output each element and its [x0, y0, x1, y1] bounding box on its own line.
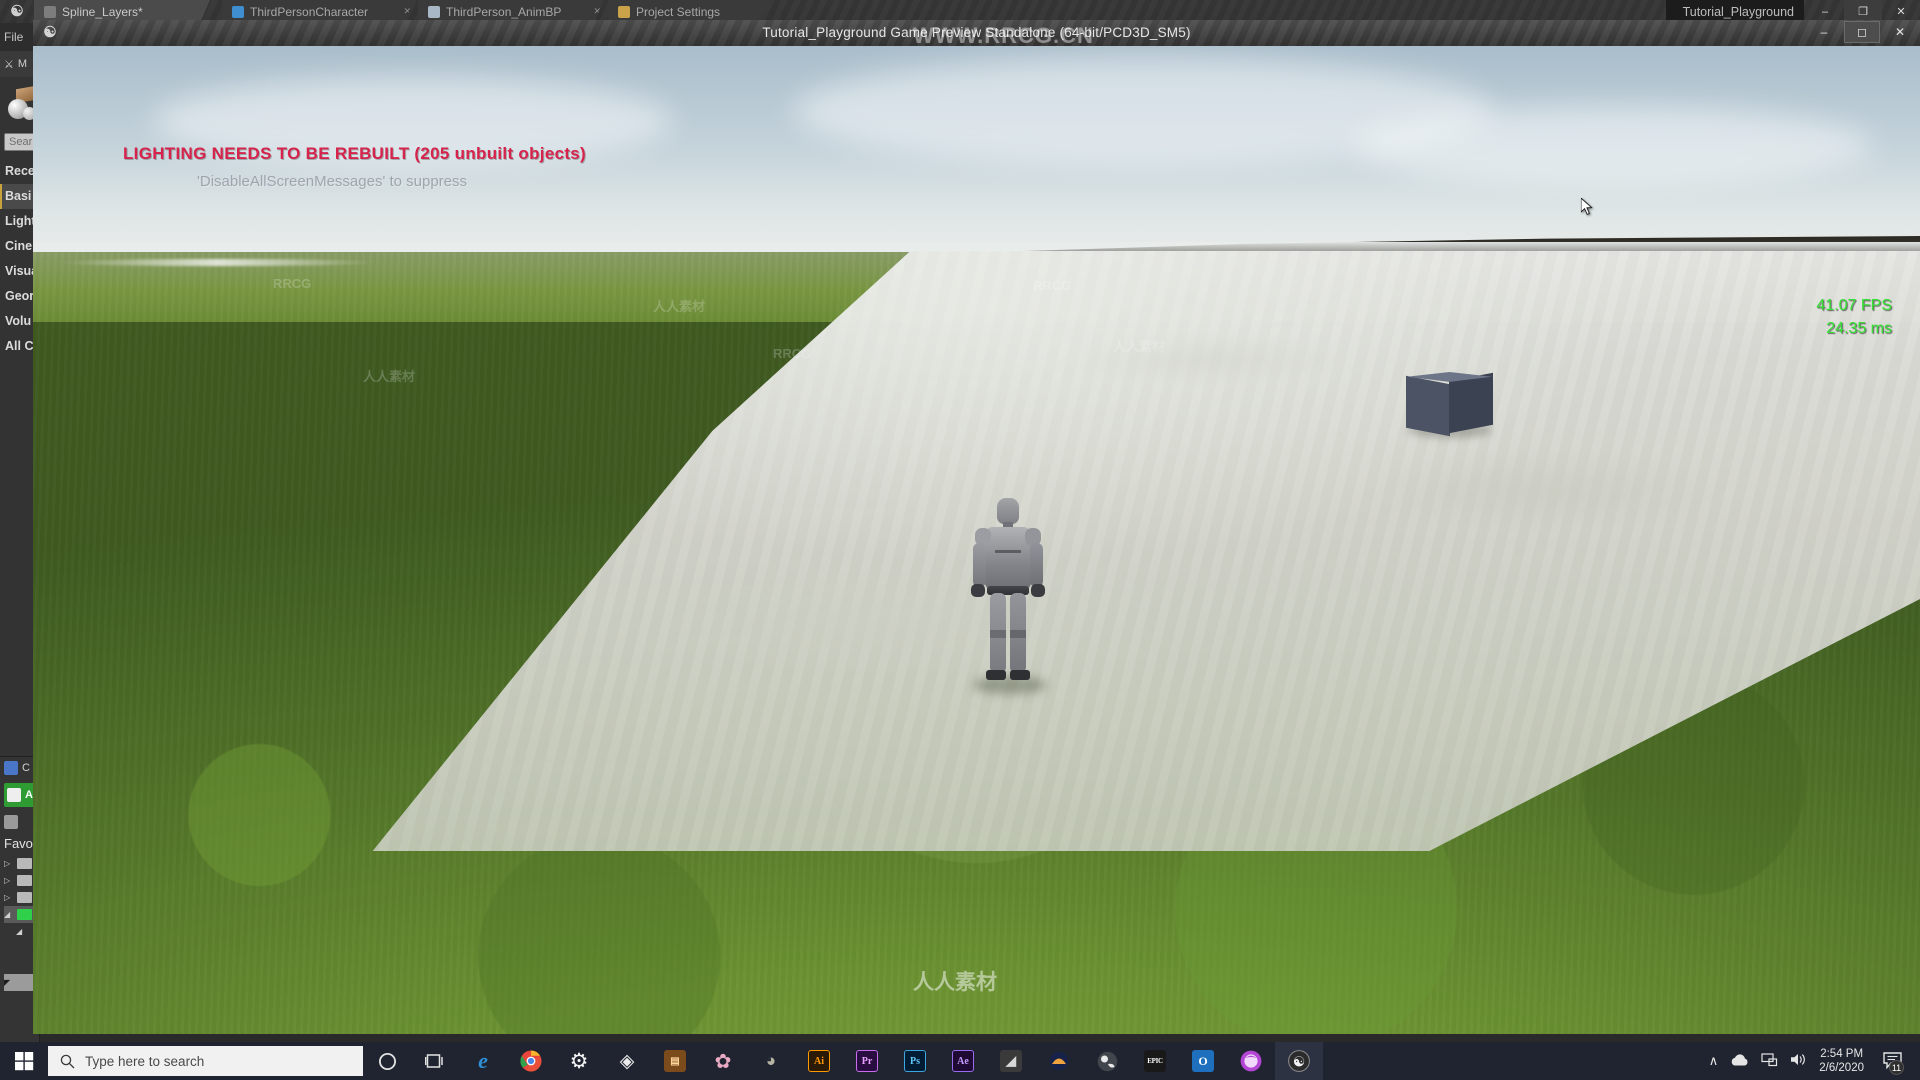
cube-face-left — [1406, 375, 1450, 437]
editor-tab-label: ThirdPersonCharacter — [250, 4, 369, 19]
editor-tab-label: Tutorial_Playground — [1682, 4, 1794, 19]
outlook-icon[interactable]: O — [1179, 1042, 1227, 1080]
search-icon — [60, 1054, 75, 1068]
folder-icon — [17, 858, 32, 869]
epic-games-launcher-icon[interactable]: EPIC — [1131, 1042, 1179, 1080]
chevron-down-icon[interactable]: ◢ — [16, 927, 25, 936]
mouse-cursor — [1581, 198, 1593, 215]
speaker-icon[interactable] — [1790, 1052, 1807, 1070]
third-person-mannequin[interactable] — [953, 498, 1063, 738]
game-restore-button[interactable]: ◻ — [1844, 21, 1880, 43]
clock-time: 2:54 PM — [1820, 1048, 1864, 1060]
content-browser-icon — [4, 761, 18, 775]
settings-gear-icon[interactable]: ⚙ — [555, 1042, 603, 1080]
sublime-text-icon[interactable]: ◈ — [603, 1042, 651, 1080]
character-arm-right — [1030, 543, 1043, 587]
editor-tab-label: Project Settings — [636, 4, 721, 19]
game-viewport[interactable]: LIGHTING NEEDS TO BE REBUILT (205 unbuil… — [33, 46, 1920, 1034]
blueprint-icon — [232, 6, 244, 18]
system-tray: ∧ 2:54 PM 2/6/2020 11 — [1709, 1042, 1920, 1080]
folder-icon — [17, 875, 32, 886]
google-chrome-icon[interactable] — [507, 1042, 555, 1080]
game-minimize-button[interactable]: – — [1806, 21, 1842, 43]
unreal-engine-icon[interactable]: ☯ — [1275, 1042, 1323, 1080]
character-hand-left — [971, 584, 985, 597]
character-hand-right — [1031, 584, 1045, 597]
frametime-readout: 24.35 ms — [1826, 320, 1892, 337]
static-mesh-cube[interactable] — [1406, 372, 1493, 438]
suppress-hint-text: 'DisableAllScreenMessages' to suppress — [197, 173, 468, 190]
character-chest-detail — [995, 550, 1021, 553]
character-head — [997, 498, 1019, 524]
add-new-label: A — [25, 789, 33, 801]
anim-blueprint-icon — [428, 6, 440, 18]
obs-studio-icon[interactable] — [1083, 1042, 1131, 1080]
adobe-after-effects-icon[interactable]: Ae — [939, 1042, 987, 1080]
svg-text:☯: ☯ — [1293, 1056, 1306, 1071]
chevron-right-icon[interactable]: ▷ — [4, 859, 13, 868]
performance-stats: 41.07 FPS 24.35 ms — [1816, 294, 1892, 340]
chevron-right-icon[interactable]: ▷ — [4, 876, 13, 885]
gear-icon — [618, 6, 630, 18]
search-box[interactable]: Type here to search — [48, 1046, 363, 1076]
gimp-icon[interactable]: ◕ — [747, 1042, 795, 1080]
cloud — [1353, 106, 1873, 186]
place-actors-icon: ⚔ — [4, 58, 14, 71]
place-actors-search-input[interactable]: Sear — [4, 133, 35, 151]
cube-face-right — [1449, 372, 1493, 434]
folder-icon — [17, 892, 32, 903]
paint-icon[interactable]: ✿ — [699, 1042, 747, 1080]
game-window-title: Tutorial_Playground Game Preview Standal… — [762, 25, 1191, 40]
game-window-titlebar[interactable]: ☯ Tutorial_Playground Game Preview Stand… — [33, 20, 1920, 46]
editor-tab-label: Spline_Layers* — [62, 4, 143, 19]
notification-badge: 11 — [1889, 1060, 1904, 1075]
add-new-button[interactable]: A — [4, 783, 35, 807]
chevron-right-icon[interactable]: ▷ — [4, 893, 13, 902]
clock-date: 2/6/2020 — [1819, 1062, 1864, 1074]
adobe-premiere-icon[interactable]: Pr — [843, 1042, 891, 1080]
page-plus-icon — [7, 788, 21, 802]
show-hidden-icons-chevron[interactable]: ∧ — [1709, 1053, 1719, 1069]
network-icon[interactable] — [1761, 1052, 1778, 1070]
distant-path-streak — [58, 259, 378, 266]
discord-icon[interactable] — [1227, 1042, 1275, 1080]
nvidia-geforce-icon[interactable]: ◢ — [987, 1042, 1035, 1080]
taskbar-icon-list: e ⚙ ◈ ▤ ✿ ◕ Ai Pr Ps Ae ◢ EPIC O ☯ — [363, 1042, 1323, 1080]
character-arm-left — [973, 543, 986, 587]
lighting-rebuild-warning: LIGHTING NEEDS TO BE REBUILT (205 unbuil… — [123, 144, 587, 163]
game-close-button[interactable]: ✕ — [1882, 21, 1918, 43]
task-view-icon[interactable] — [411, 1042, 459, 1080]
windows-taskbar: Type here to search e ⚙ ◈ ▤ ✿ ◕ Ai Pr Ps… — [0, 1042, 1920, 1080]
level-icon — [44, 6, 56, 18]
cloud-icon[interactable] — [1730, 1053, 1749, 1070]
content-browser-tab-label: C — [22, 762, 30, 774]
place-actors-title: M — [17, 58, 28, 70]
chevron-down-icon[interactable]: ◢ — [4, 910, 13, 919]
unreal-engine-logo-icon[interactable]: ☯ — [4, 1, 30, 22]
chevron-down-icon[interactable]: ◤ — [4, 978, 13, 987]
audacity-icon[interactable] — [1035, 1042, 1083, 1080]
search-input[interactable]: Type here to search — [85, 1054, 204, 1069]
adobe-photoshop-icon[interactable]: Ps — [891, 1042, 939, 1080]
action-center-icon[interactable]: 11 — [1876, 1042, 1910, 1080]
winrar-icon[interactable]: ▤ — [651, 1042, 699, 1080]
cortana-icon[interactable] — [363, 1042, 411, 1080]
start-button[interactable] — [0, 1042, 48, 1080]
adobe-illustrator-icon[interactable]: Ai — [795, 1042, 843, 1080]
character-knee-left — [990, 630, 1006, 638]
microsoft-edge-icon[interactable]: e — [459, 1042, 507, 1080]
character-knee-right — [1010, 630, 1026, 638]
editor-tab-label: ThirdPerson_AnimBP — [446, 4, 562, 19]
windows-logo-icon — [14, 1051, 33, 1070]
clock[interactable]: 2:54 PM 2/6/2020 — [1819, 1047, 1864, 1075]
fps-readout: 41.07 FPS — [1816, 297, 1892, 314]
game-window-controls: – ◻ ✕ — [1806, 21, 1918, 43]
game-preview-window: ☯ Tutorial_Playground Game Preview Stand… — [33, 20, 1920, 1034]
character-foot-left — [986, 670, 1006, 680]
folder-icon — [17, 909, 32, 920]
character-foot-right — [1010, 670, 1030, 680]
menu-file[interactable]: File — [4, 30, 23, 44]
sources-panel-icon — [4, 815, 18, 829]
